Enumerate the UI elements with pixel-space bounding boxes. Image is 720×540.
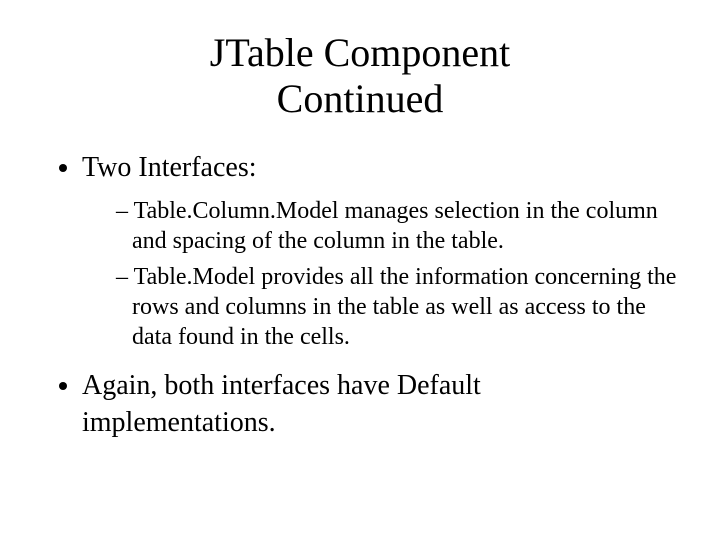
sub-bullet-list: Table.Column.Model manages selection in …	[82, 196, 680, 352]
bullet-1-text: Two Interfaces:	[82, 152, 257, 183]
sub-bullet-2: Table.Model provides all the information…	[116, 262, 680, 352]
sub-bullet-1: Table.Column.Model manages selection in …	[116, 196, 680, 256]
bullet-item-1: Two Interfaces: Table.Column.Model manag…	[82, 150, 680, 352]
bullet-item-2: Again, both interfaces have Default impl…	[82, 368, 680, 441]
title-line-1: JTable Component	[210, 30, 511, 75]
bullet-list: Two Interfaces: Table.Column.Model manag…	[40, 150, 680, 441]
slide: JTable Component Continued Two Interface…	[0, 0, 720, 540]
slide-title: JTable Component Continued	[40, 30, 680, 122]
title-line-2: Continued	[277, 76, 444, 121]
